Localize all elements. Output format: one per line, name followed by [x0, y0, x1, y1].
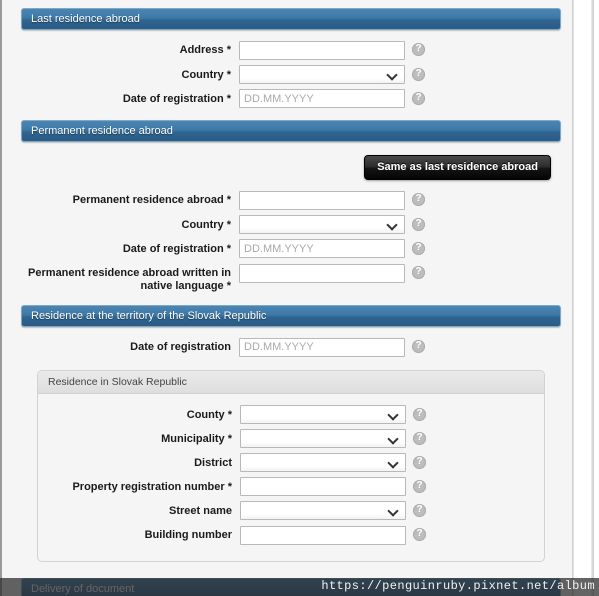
form-page: Last residence abroad Address * Country * D…: [0, 0, 573, 596]
help-question-icon[interactable]: [412, 42, 425, 56]
field-label: Permanent residence abroad written in na…: [28, 267, 231, 292]
watermark-overlay: https://penguinruby.pixnet.net/album: [0, 578, 599, 596]
form-row: Municipality *: [38, 428, 544, 448]
field-label: Date of registration *: [122, 242, 231, 255]
form-row: Address *: [21, 40, 561, 60]
text-input[interactable]: [239, 239, 405, 258]
help-question-icon[interactable]: [412, 91, 425, 105]
field-rows: Date of registration: [21, 327, 561, 357]
field-control: [240, 477, 406, 496]
section-header: Residence at the territory of the Slovak…: [21, 305, 561, 327]
field-control: [239, 214, 405, 234]
select-dropdown[interactable]: [240, 452, 406, 472]
watermark-url: https://penguinruby.pixnet.net/album: [321, 579, 595, 593]
field-control: [240, 404, 406, 424]
nested-panel: Residence in Slovak Republic County * Muni…: [37, 369, 545, 562]
text-input[interactable]: [239, 337, 405, 357]
text-input[interactable]: [239, 40, 405, 60]
field-control: [239, 239, 405, 258]
field-control: [240, 525, 406, 545]
section-title: Last residence abroad: [31, 13, 140, 25]
field-label: Permanent residence abroad *: [72, 194, 231, 206]
text-input[interactable]: [239, 263, 405, 283]
panel-title: Residence in Slovak Republic: [38, 370, 544, 394]
form-section: Residence at the territory of the Slovak…: [21, 305, 561, 562]
form-screenshot: Last residence abroad Address * Country * D…: [0, 0, 599, 596]
form-row: Date of registration: [21, 337, 561, 357]
help-question-icon[interactable]: [413, 527, 426, 541]
chevron-down-icon: [389, 410, 398, 419]
help-question-icon[interactable]: [412, 265, 425, 279]
select-dropdown[interactable]: [240, 501, 406, 520]
field-label: Property registration number *: [72, 480, 232, 493]
button-row: Same as last residence abroad: [21, 142, 561, 180]
chevron-down-icon: [389, 458, 398, 467]
field-control: [239, 64, 405, 84]
field-label: County *: [186, 408, 232, 421]
section-header: Permanent residence abroad: [21, 120, 561, 142]
field-label: Country *: [181, 218, 232, 231]
field-label: Date of registration: [130, 341, 231, 353]
chevron-down-icon: [389, 506, 398, 515]
field-label: District: [194, 456, 232, 469]
help-question-icon[interactable]: [413, 455, 426, 469]
same-as-last-residence-button[interactable]: Same as last residence abroad: [364, 155, 551, 180]
field-label: Date of registration *: [122, 92, 231, 105]
form-section: Permanent residence abroad Same as last r…: [21, 120, 561, 293]
field-control: [239, 190, 405, 210]
help-question-icon[interactable]: [413, 479, 426, 493]
text-input[interactable]: [240, 477, 406, 496]
section-title: Residence at the territory of the Slovak…: [31, 310, 267, 322]
field-label: Municipality *: [161, 432, 232, 445]
field-control: [239, 337, 405, 357]
page-right-gutter: [573, 0, 599, 596]
chevron-down-icon: [388, 70, 397, 79]
help-question-icon[interactable]: [412, 339, 425, 353]
form-section: Last residence abroad Address * Country * D…: [21, 8, 561, 108]
chevron-down-icon: [389, 434, 398, 443]
panel-body: County * Municipality * District Property r…: [38, 394, 544, 561]
form-row: Street name: [38, 501, 544, 520]
chevron-down-icon: [388, 220, 397, 229]
field-control: [239, 263, 405, 283]
field-control: [240, 428, 406, 448]
field-control: [240, 452, 406, 472]
field-rows: Address * Country * Date of registration *: [21, 30, 561, 108]
field-label: Street name: [169, 505, 232, 517]
form-row: Property registration number *: [38, 477, 544, 496]
help-question-icon[interactable]: [413, 503, 426, 517]
field-label: Address *: [179, 44, 231, 56]
select-dropdown[interactable]: [239, 64, 405, 84]
form-row: Date of registration *: [21, 89, 561, 108]
form-row: Building number: [38, 525, 544, 545]
field-control: [239, 40, 405, 60]
field-control: [240, 501, 406, 520]
form-row: Country *: [21, 64, 561, 84]
help-question-icon[interactable]: [413, 431, 426, 445]
help-question-icon[interactable]: [413, 407, 426, 421]
select-dropdown[interactable]: [240, 404, 406, 424]
field-control: [239, 89, 405, 108]
text-input[interactable]: [239, 190, 405, 210]
form-row: County *: [38, 404, 544, 424]
field-label: Building number: [144, 529, 232, 541]
section-header: Last residence abroad: [21, 8, 561, 30]
form-row: Country *: [21, 214, 561, 234]
form-row: Permanent residence abroad written in na…: [21, 263, 561, 293]
form-row: District: [38, 452, 544, 472]
help-question-icon[interactable]: [412, 192, 425, 206]
help-question-icon[interactable]: [412, 67, 425, 81]
help-question-icon[interactable]: [412, 217, 425, 231]
form-content: Last residence abroad Address * Country * D…: [21, 0, 561, 562]
form-row: Date of registration *: [21, 239, 561, 258]
field-rows: Permanent residence abroad * Country * Dat…: [21, 180, 561, 293]
help-question-icon[interactable]: [412, 241, 425, 255]
text-input[interactable]: [240, 525, 406, 545]
select-dropdown[interactable]: [239, 214, 405, 234]
field-label: Country *: [181, 68, 232, 81]
select-dropdown[interactable]: [240, 428, 406, 448]
section-title: Permanent residence abroad: [31, 125, 173, 137]
form-row: Permanent residence abroad *: [21, 190, 561, 210]
text-input[interactable]: [239, 89, 405, 108]
